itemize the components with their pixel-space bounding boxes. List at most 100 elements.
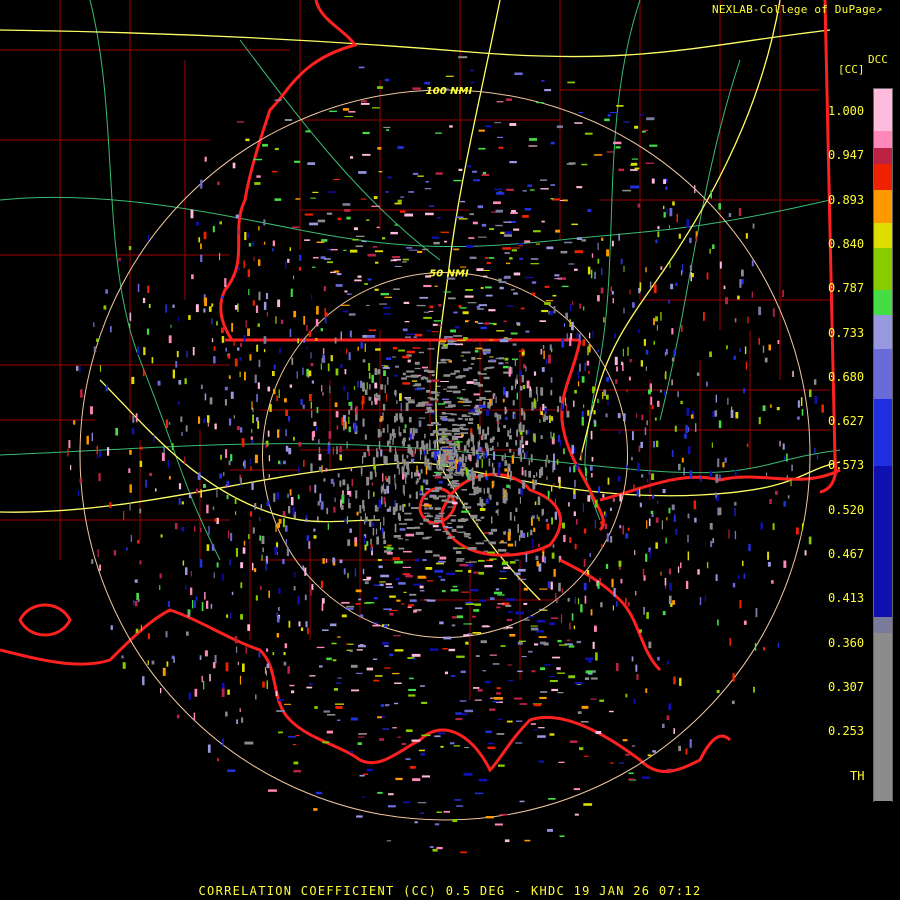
echo-gate (508, 484, 511, 489)
echo-gate (429, 846, 434, 848)
echo-gate (311, 380, 314, 384)
legend-tick-label: 0.307 (828, 679, 865, 694)
echo-gate (431, 374, 435, 377)
echo-gate (251, 562, 254, 571)
echo-gate (434, 507, 441, 510)
echo-gate (480, 287, 484, 289)
echo-gate (561, 588, 563, 594)
echo-gate (492, 701, 500, 703)
echo-gate (730, 409, 734, 418)
echo-gate (496, 330, 505, 332)
echo-gate (465, 289, 473, 291)
echo-gate (236, 426, 240, 431)
echo-gate (651, 514, 654, 518)
echo-gate (415, 404, 425, 407)
echo-gate (676, 213, 678, 223)
echo-gate (458, 305, 462, 308)
echo-gate (478, 384, 484, 387)
echo-gate (306, 346, 308, 350)
echo-gate (577, 381, 580, 387)
echo-gate (374, 597, 378, 600)
echo-gate (470, 69, 474, 72)
echo-gate (502, 398, 505, 403)
echo-gate (505, 604, 512, 607)
echo-gate (380, 449, 383, 457)
echo-gate (458, 218, 468, 220)
echo-gate (295, 735, 300, 737)
echo-gate (241, 717, 244, 723)
echo-gate (256, 175, 261, 178)
echo-gate (654, 417, 657, 421)
echo-gate (440, 358, 446, 362)
echo-gate (447, 536, 456, 538)
echo-gate (777, 642, 779, 648)
echo-gate (560, 614, 563, 623)
echo-gate (436, 846, 443, 850)
echo-gate (589, 466, 593, 471)
echo-gate (388, 475, 391, 485)
echo-gate (230, 454, 233, 462)
echo-gate (230, 612, 232, 619)
echo-gate (571, 444, 574, 454)
echo-gate (402, 261, 407, 263)
echo-gate (488, 309, 496, 312)
echo-gate (814, 447, 816, 454)
echo-gate (261, 554, 263, 561)
echo-gate (689, 739, 692, 748)
echo-gate (364, 581, 369, 585)
echo-gate (474, 792, 484, 795)
echo-gate (451, 624, 456, 627)
radar-map[interactable]: 100 NMI50 NMI (0, 0, 900, 900)
echo-gate (533, 729, 538, 731)
echo-gate (419, 475, 421, 481)
echo-gate (665, 186, 668, 190)
echo-gate (508, 368, 511, 377)
echo-gate (355, 603, 361, 605)
echo-gate (468, 417, 474, 421)
echo-gate (298, 442, 302, 447)
echo-gate (671, 328, 674, 335)
echo-gate (675, 282, 678, 286)
echo-gate (405, 475, 407, 484)
echo-gate (221, 688, 225, 697)
echo-gate (153, 435, 155, 443)
echo-gate (719, 474, 721, 481)
echo-gate (356, 511, 359, 516)
echo-gate (188, 493, 192, 498)
echo-gate (263, 301, 267, 310)
echo-gate (469, 409, 475, 412)
echo-gate (322, 558, 325, 564)
echo-gate (489, 654, 497, 656)
echo-gate (321, 239, 328, 242)
echo-gate (272, 248, 274, 252)
echo-gate (797, 416, 800, 420)
echo-gate (457, 531, 466, 533)
echo-gate (531, 292, 536, 296)
echo-gate (478, 129, 485, 132)
echo-gate (629, 289, 631, 295)
legend-tick-label: 0.680 (828, 369, 865, 384)
echo-gate (550, 581, 553, 590)
echo-gate (370, 543, 373, 549)
echo-gate (496, 606, 501, 609)
echo-gate (553, 569, 556, 577)
echo-gate (312, 256, 319, 259)
echo-gate (571, 321, 574, 331)
echo-gate (741, 269, 744, 277)
echo-gate (551, 416, 553, 421)
echo-gate (463, 368, 469, 372)
echo-gate (430, 648, 439, 651)
external-link-icon[interactable]: ↗ (876, 3, 883, 16)
echo-gate (457, 424, 465, 427)
echo-gate (497, 423, 499, 430)
echo-gate (540, 188, 549, 190)
echo-gate (372, 246, 378, 248)
echo-gate (200, 179, 203, 189)
echo-gate (425, 479, 429, 485)
echo-gate (298, 621, 301, 627)
echo-gate (254, 182, 261, 185)
echo-gate (465, 467, 468, 475)
echo-gate (403, 429, 406, 433)
echo-gate (313, 535, 317, 539)
echo-gate (374, 504, 378, 512)
